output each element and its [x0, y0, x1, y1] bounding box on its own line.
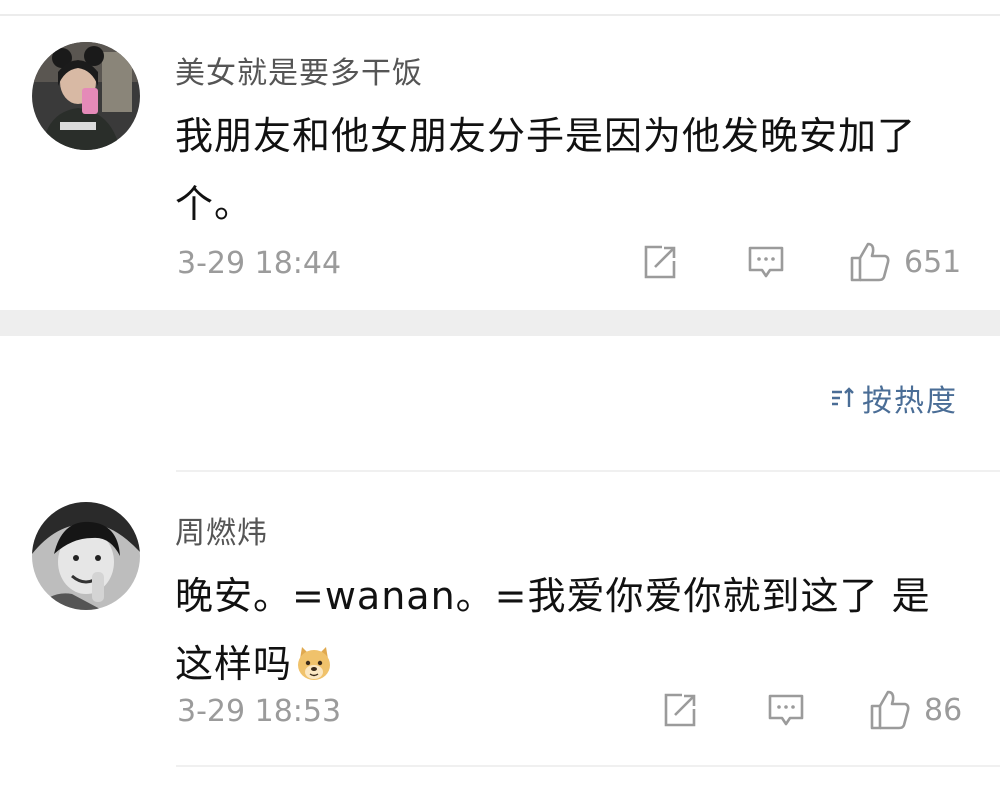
- comment-feed: 美女就是要多干饭 我朋友和他女朋友分手是因为他发晚安加了个。 3-29 18:4…: [0, 0, 1000, 794]
- doge-emoji-icon: [298, 647, 331, 680]
- avatar[interactable]: [32, 502, 140, 610]
- top-divider: [0, 14, 1000, 16]
- sort-by-popularity-button[interactable]: 按热度: [830, 376, 958, 420]
- share-icon: [664, 693, 696, 727]
- comment-text-content: 晚安。=wanan。=我爱你爱你就到这了 是这样吗: [175, 574, 931, 686]
- reply-button[interactable]: [746, 242, 786, 282]
- share-icon: [644, 245, 676, 279]
- avatar[interactable]: [32, 42, 140, 150]
- sort-label: 按热度: [862, 384, 958, 419]
- username[interactable]: 周燃炜: [175, 508, 268, 552]
- comment-item: 美女就是要多干饭 我朋友和他女朋友分手是因为他发晚安加了个。 3-29 18:4…: [0, 30, 1000, 310]
- share-button[interactable]: [660, 690, 700, 730]
- like-count: 86: [924, 692, 963, 728]
- section-separator: [0, 310, 1000, 336]
- thumbs-up-icon: [850, 242, 890, 282]
- avatar-photo-icon: [32, 502, 140, 610]
- divider: [176, 470, 1000, 472]
- like-button[interactable]: 651: [848, 240, 961, 284]
- thumbs-up-icon: [870, 690, 910, 730]
- like-button[interactable]: 86: [868, 688, 962, 732]
- like-count: 651: [904, 244, 962, 280]
- avatar-photo-icon: [32, 42, 140, 150]
- username[interactable]: 美女就是要多干饭: [175, 48, 423, 92]
- comment-icon: [748, 246, 784, 278]
- reply-button[interactable]: [766, 690, 806, 730]
- sort-icon: [832, 387, 854, 407]
- comment-text: 晚安。=wanan。=我爱你爱你就到这了 是这样吗: [175, 562, 965, 698]
- comment-text: 我朋友和他女朋友分手是因为他发晚安加了个。: [175, 114, 917, 226]
- share-button[interactable]: [640, 242, 680, 282]
- timestamp: 3-29 18:44: [177, 246, 342, 281]
- comment-icon: [768, 694, 804, 726]
- timestamp: 3-29 18:53: [177, 694, 342, 729]
- comment-item: 周燃炜 晚安。=wanan。=我爱你爱你就到这了 是这样吗 3-29 18:53: [0, 490, 1000, 780]
- divider: [176, 765, 1000, 767]
